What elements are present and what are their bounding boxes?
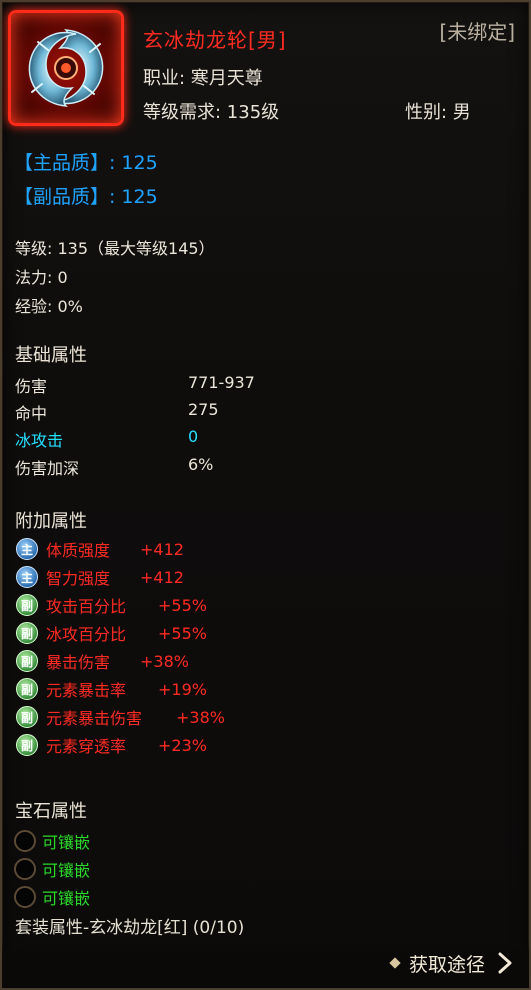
- get-path-label: 获取途径: [408, 953, 485, 976]
- chevron-right-icon: [498, 952, 512, 974]
- empty-socket-icon: [14, 830, 36, 852]
- sub-affix-badge-icon: 副: [16, 706, 38, 728]
- affix-value: +23%: [158, 735, 207, 755]
- affix-row: 副 元素暴击伤害 +38%: [16, 705, 225, 729]
- gem-slot-label: 可镶嵌: [42, 889, 91, 908]
- affix-value: +38%: [176, 707, 225, 727]
- affix-row: 副 冰攻百分比 +55%: [16, 621, 207, 645]
- affix-name: 元素暴击率: [46, 681, 127, 700]
- gem-slot[interactable]: 可镶嵌: [14, 885, 90, 909]
- extra-attrs-title: 附加属性: [15, 511, 87, 532]
- item-name: 玄冰劫龙轮[男]: [143, 28, 287, 52]
- sub-affix-badge-icon: 副: [16, 678, 38, 700]
- stat-value-damage-deepen: 6%: [188, 455, 214, 474]
- gender-line: 性别: 男: [405, 102, 471, 123]
- sub-affix-badge-icon: 副: [16, 650, 38, 672]
- mana-line: 法力: 0: [15, 268, 68, 287]
- stat-name-damage: 伤害: [15, 377, 48, 396]
- get-path-button[interactable]: 获取途径: [389, 948, 513, 978]
- main-affix-badge-icon: 主: [16, 566, 38, 588]
- sub-quality-row: 【副品质】: 125: [14, 182, 158, 209]
- stat-value-hit: 275: [188, 400, 219, 419]
- main-quality-value: 125: [121, 152, 158, 174]
- exp-line: 经验: 0%: [15, 297, 83, 316]
- frost-dragon-wheel-icon: [28, 29, 104, 107]
- empty-socket-icon: [14, 886, 36, 908]
- affix-value: +412: [140, 567, 184, 587]
- stat-name-ice-attack: 冰攻击: [15, 431, 64, 450]
- affix-value: +55%: [158, 623, 207, 643]
- sub-quality-label: 【副品质】:: [14, 186, 116, 208]
- affix-value: +55%: [158, 595, 207, 615]
- affix-name: 体质强度: [46, 541, 111, 560]
- affix-name: 元素穿透率: [46, 737, 127, 756]
- item-icon-frame[interactable]: [8, 10, 124, 126]
- main-quality-label: 【主品质】:: [14, 152, 116, 174]
- profession-line: 职业: 寒月天尊: [143, 68, 263, 89]
- affix-name: 元素暴击伤害: [46, 709, 143, 728]
- affix-value: +412: [140, 539, 184, 559]
- sub-affix-badge-icon: 副: [16, 622, 38, 644]
- affix-row: 主 体质强度 +412: [16, 537, 184, 561]
- affix-row: 副 元素穿透率 +23%: [16, 733, 207, 757]
- base-attrs-title: 基础属性: [15, 345, 87, 366]
- affix-row: 主 智力强度 +412: [16, 565, 184, 589]
- gem-slot-label: 可镶嵌: [42, 861, 91, 880]
- stat-name-hit: 命中: [15, 404, 48, 423]
- affix-value: +38%: [140, 651, 189, 671]
- gem-slot-label: 可镶嵌: [42, 833, 91, 852]
- main-affix-badge-icon: 主: [16, 538, 38, 560]
- diamond-bullet-icon: [389, 957, 401, 969]
- affix-row: 副 暴击伤害 +38%: [16, 649, 189, 673]
- sub-affix-badge-icon: 副: [16, 594, 38, 616]
- affix-row: 副 攻击百分比 +55%: [16, 593, 207, 617]
- affix-value: +19%: [158, 679, 207, 699]
- affix-row: 副 元素暴击率 +19%: [16, 677, 207, 701]
- bind-status: [未绑定]: [439, 20, 515, 44]
- stat-value-damage: 771-937: [188, 373, 255, 392]
- stat-name-damage-deepen: 伤害加深: [15, 459, 80, 478]
- sub-affix-badge-icon: 副: [16, 734, 38, 756]
- gem-attrs-title: 宝石属性: [15, 801, 87, 822]
- sub-quality-value: 125: [121, 186, 158, 208]
- affix-name: 暴击伤害: [46, 653, 111, 672]
- gem-slot[interactable]: 可镶嵌: [14, 857, 90, 881]
- affix-name: 攻击百分比: [46, 597, 127, 616]
- set-attrs-title: 套装属性-玄冰劫龙[红] (0/10): [15, 918, 245, 938]
- gem-slot[interactable]: 可镶嵌: [14, 829, 90, 853]
- empty-socket-icon: [14, 858, 36, 880]
- affix-name: 智力强度: [46, 569, 111, 588]
- main-quality-row: 【主品质】: 125: [14, 148, 158, 175]
- affix-name: 冰攻百分比: [46, 625, 127, 644]
- level-requirement-line: 等级需求: 135级: [143, 102, 280, 123]
- level-line: 等级: 135（最大等级145）: [15, 239, 215, 258]
- stat-value-ice-attack: 0: [188, 427, 199, 446]
- item-tooltip-panel: 玄冰劫龙轮[男] [未绑定] 职业: 寒月天尊 等级需求: 135级 性别: 男…: [0, 0, 531, 990]
